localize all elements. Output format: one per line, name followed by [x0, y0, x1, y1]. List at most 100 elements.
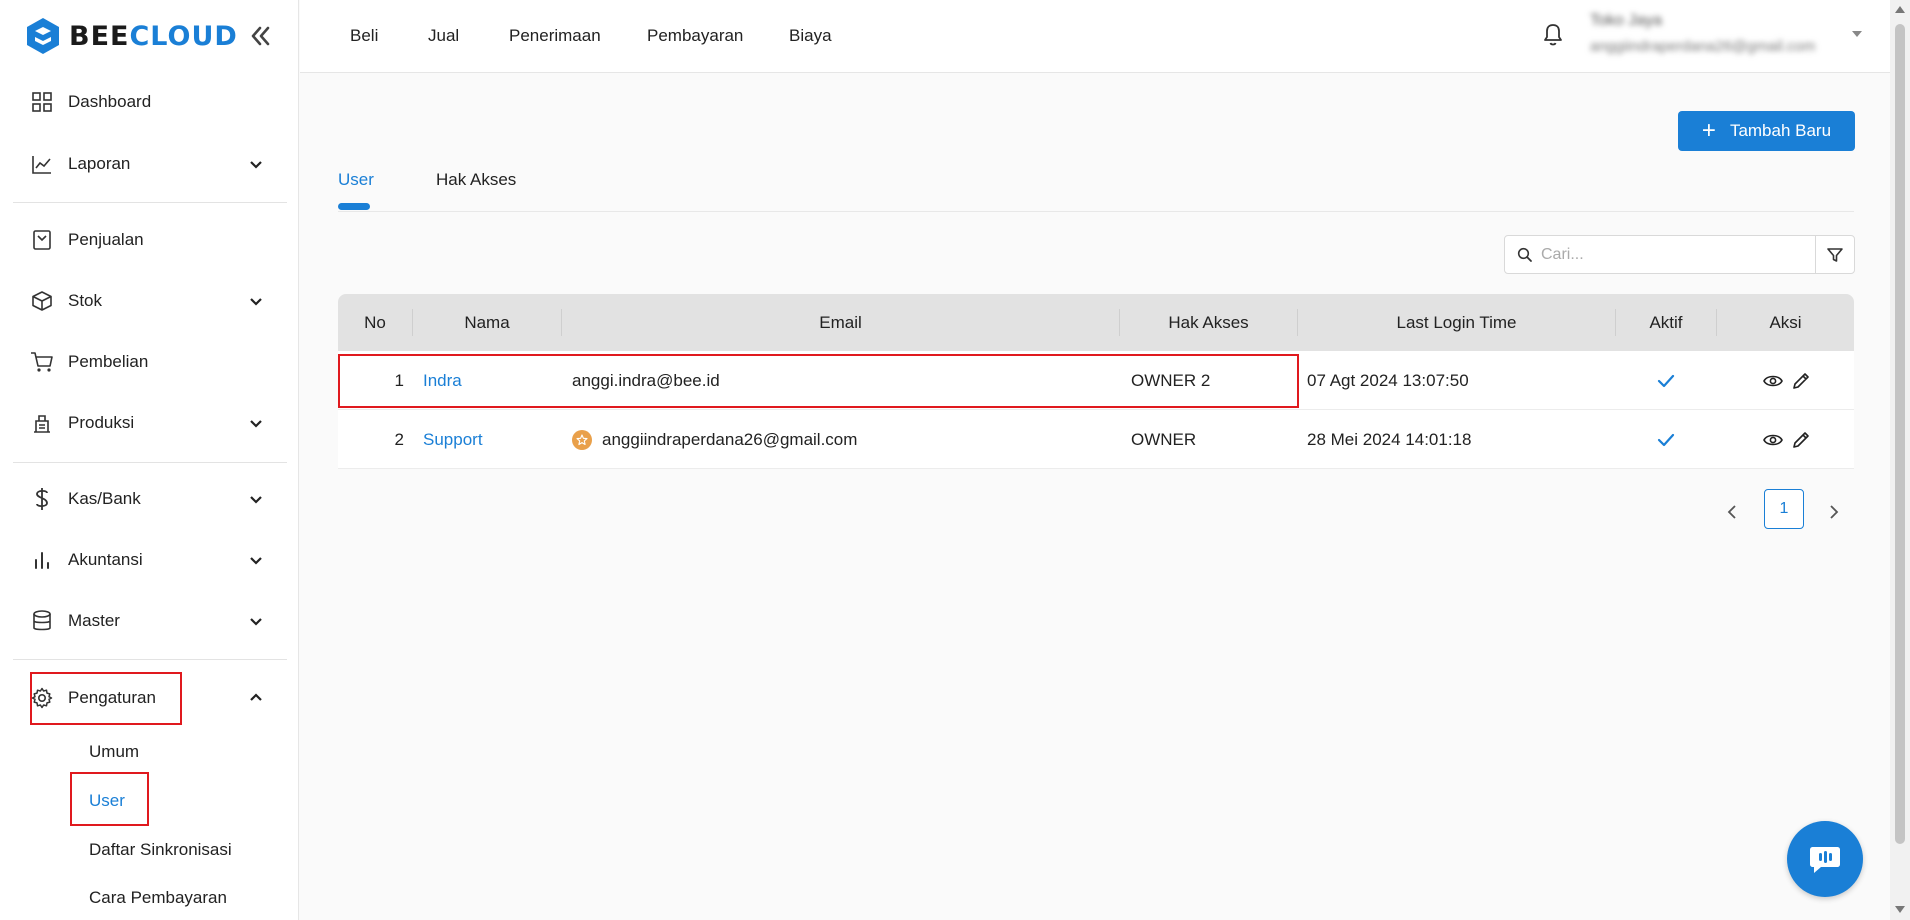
search-icon	[1517, 247, 1532, 262]
cell-last-login: 07 Agt 2024 13:07:50	[1307, 370, 1469, 390]
plus-icon: +	[1701, 117, 1716, 144]
cell-hak-akses: OWNER	[1131, 429, 1197, 449]
sidebar-divider	[13, 462, 287, 463]
chat-button[interactable]	[1787, 821, 1863, 897]
caret-down-icon[interactable]	[1852, 31, 1862, 37]
cell-nama-link[interactable]: Support	[423, 410, 483, 469]
sidebar-item-laporan[interactable]: Laporan	[30, 144, 270, 184]
sidebar-item-penjualan[interactable]: Penjualan	[30, 220, 270, 260]
brand-logo[interactable]: BEECLOUD	[25, 17, 238, 55]
chevron-up-icon	[250, 693, 262, 701]
topnav-biaya[interactable]: Biaya	[789, 26, 832, 46]
highlight-box-row-1	[338, 354, 1299, 408]
filter-button[interactable]	[1815, 235, 1855, 274]
cell-aktif	[1656, 410, 1676, 469]
brand-name-part1: BEE	[69, 20, 130, 52]
chat-bubble-icon	[1810, 847, 1840, 873]
bar-chart-icon	[30, 548, 54, 572]
tabs-divider	[338, 211, 1854, 212]
sidebar-item-label: Produksi	[68, 413, 135, 432]
beecloud-logo-icon	[27, 18, 59, 54]
col-header-nama: Nama	[464, 312, 510, 332]
table-row: 2 Support anggiindraperdana26@gmail.com …	[338, 410, 1854, 469]
sidebar-item-label: Kas/Bank	[68, 489, 141, 508]
cart-icon	[30, 350, 54, 374]
pencil-icon[interactable]	[1790, 370, 1812, 392]
sidebar-item-label: Penjualan	[68, 230, 144, 249]
check-icon	[1657, 433, 1675, 446]
sidebar-subitem-daftar-sinkronisasi[interactable]: Daftar Sinkronisasi	[89, 840, 232, 860]
scroll-thumb[interactable]	[1895, 24, 1905, 844]
sidebar-item-pembelian[interactable]: Pembelian	[30, 342, 270, 382]
topnav-jual[interactable]: Jual	[428, 26, 459, 46]
table-header: No Nama Email Hak Akses Last Login Time …	[338, 294, 1854, 351]
collapse-sidebar-icon[interactable]	[246, 22, 274, 50]
search-input[interactable]	[1541, 245, 1801, 264]
topnav-penerimaan[interactable]: Penerimaan	[509, 26, 601, 46]
chevron-down-icon	[250, 161, 262, 169]
active-tab-indicator	[338, 203, 370, 210]
cell-email-text: anggiindraperdana26@gmail.com	[602, 429, 858, 449]
table-row: 1 Indra anggi.indra@bee.id OWNER 2 07 Ag…	[338, 351, 1854, 410]
add-new-button[interactable]: + Tambah Baru	[1678, 111, 1855, 151]
chevron-down-icon	[250, 618, 262, 626]
user-email: anggiindraperdana26@gmail.com	[1590, 38, 1816, 55]
col-header-no: No	[364, 312, 386, 332]
tab-user[interactable]: User	[338, 170, 374, 190]
cell-aksi	[1762, 351, 1812, 410]
eye-icon[interactable]	[1762, 370, 1784, 392]
pagination-page-1[interactable]: 1	[1764, 489, 1804, 529]
sidebar-divider	[13, 659, 287, 660]
tab-hak-akses[interactable]: Hak Akses	[436, 170, 516, 190]
user-table: No Nama Email Hak Akses Last Login Time …	[338, 294, 1854, 469]
sidebar-item-dashboard[interactable]: Dashboard	[30, 82, 270, 122]
receipt-icon	[30, 228, 54, 252]
user-name: Toko Jaya	[1590, 12, 1663, 29]
bell-icon[interactable]	[1540, 20, 1566, 48]
pagination-next-icon[interactable]	[1821, 500, 1845, 524]
check-icon	[1657, 374, 1675, 387]
chevron-down-icon	[250, 298, 262, 306]
cell-no: 2	[394, 429, 404, 449]
scroll-up-icon[interactable]	[1895, 6, 1905, 13]
sidebar-item-label: Pembelian	[68, 352, 149, 371]
chevron-down-icon	[250, 496, 262, 504]
pencil-icon[interactable]	[1790, 429, 1812, 451]
sidebar-item-stok[interactable]: Stok	[30, 281, 270, 321]
filter-icon	[1827, 247, 1843, 262]
brand-name-part2: CLOUD	[129, 20, 238, 52]
box-icon	[30, 289, 54, 313]
eye-icon[interactable]	[1762, 429, 1784, 451]
pagination-prev-icon[interactable]	[1721, 500, 1745, 524]
sidebar-item-master[interactable]: Master	[30, 601, 270, 641]
highlight-box-user	[70, 772, 149, 826]
topnav-beli[interactable]: Beli	[350, 26, 378, 46]
cell-aktif	[1656, 351, 1676, 410]
search-box	[1504, 235, 1816, 274]
sidebar-item-akuntansi[interactable]: Akuntansi	[30, 540, 270, 580]
chart-line-icon	[30, 152, 54, 176]
cell-email: anggiindraperdana26@gmail.com	[572, 410, 857, 469]
scroll-down-icon[interactable]	[1895, 906, 1905, 913]
scrollbar[interactable]	[1890, 0, 1910, 920]
user-menu[interactable]: Toko Jaya anggiindraperdana26@gmail.com	[1590, 12, 1815, 55]
chevron-down-icon	[250, 420, 262, 428]
col-header-hak-akses: Hak Akses	[1168, 312, 1249, 332]
sidebar-item-produksi[interactable]: Produksi	[30, 403, 270, 443]
dashboard-icon	[30, 90, 54, 114]
sidebar-subitem-umum[interactable]: Umum	[89, 742, 139, 762]
chevron-down-icon	[250, 557, 262, 565]
sidebar-item-label: Master	[68, 611, 120, 630]
col-header-aktif: Aktif	[1649, 312, 1683, 332]
col-header-last-login: Last Login Time	[1396, 312, 1517, 332]
dollar-icon	[30, 487, 54, 511]
sidebar-item-label: Dashboard	[68, 92, 152, 111]
sidebar-subitem-cara-pembayaran[interactable]: Cara Pembayaran	[89, 888, 227, 908]
cell-last-login: 28 Mei 2024 14:01:18	[1307, 429, 1472, 449]
sidebar-item-label: Akuntansi	[68, 550, 143, 569]
factory-icon	[30, 411, 54, 435]
sidebar-item-kas-bank[interactable]: Kas/Bank	[30, 479, 270, 519]
database-icon	[30, 609, 54, 633]
cell-aksi	[1762, 410, 1812, 469]
topnav-pembayaran[interactable]: Pembayaran	[647, 26, 743, 46]
